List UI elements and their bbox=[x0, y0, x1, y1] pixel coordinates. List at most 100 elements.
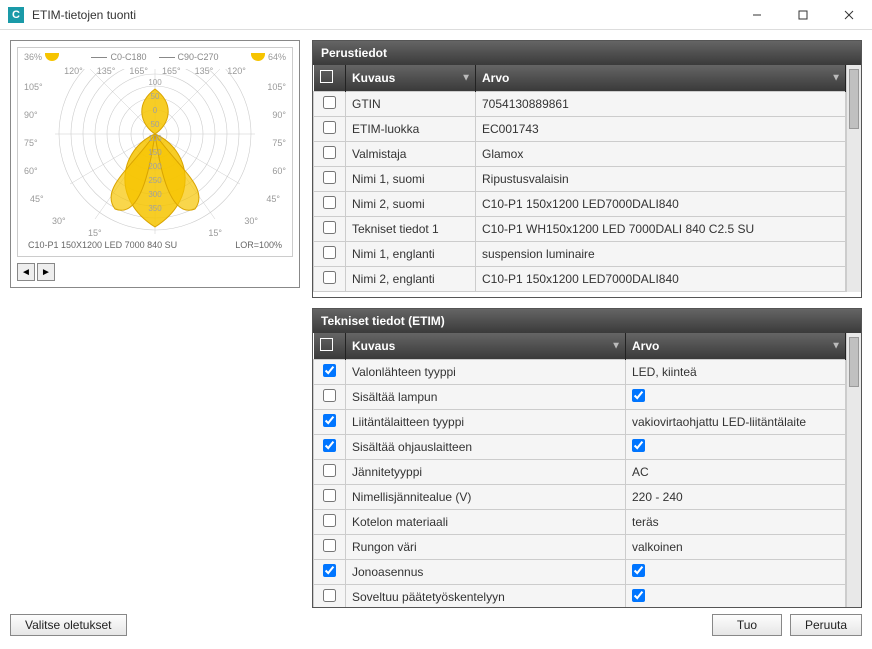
table-row[interactable]: Sisältää lampun bbox=[314, 385, 846, 410]
tekniset-title: Tekniset tiedot (ETIM) bbox=[313, 309, 861, 333]
col-kuvaus[interactable]: Kuvaus▼ bbox=[346, 333, 626, 360]
next-image-button[interactable]: ► bbox=[37, 263, 55, 281]
table-row[interactable]: Nimi 2, englantiC10-P1 150x1200 LED7000D… bbox=[314, 267, 846, 292]
preview-panel: 36% C0-C180 C90-C270 64% 120° 135° 165° … bbox=[10, 40, 300, 288]
chart-caption: C10-P1 150X1200 LED 7000 840 SU bbox=[28, 240, 177, 250]
perustiedot-table: Kuvaus▼ Arvo▼ GTIN7054130889861ETIM-luok… bbox=[313, 65, 846, 292]
value-checkbox[interactable] bbox=[632, 589, 645, 602]
table-row[interactable]: Nimi 1, suomiRipustusvalaisin bbox=[314, 167, 846, 192]
cell-val: C10-P1 150x1200 LED7000DALI840 bbox=[476, 267, 846, 292]
filter-icon[interactable]: ▼ bbox=[831, 341, 841, 352]
filter-icon[interactable]: ▼ bbox=[611, 341, 621, 352]
row-checkbox[interactable] bbox=[323, 414, 336, 427]
cell-desc: Valmistaja bbox=[346, 142, 476, 167]
perustiedot-title: Perustiedot bbox=[313, 41, 861, 65]
table-row[interactable]: Nimi 1, englantisuspension luminaire bbox=[314, 242, 846, 267]
perustiedot-panel: Perustiedot Kuvaus▼ Arvo▼ GTIN7054130889… bbox=[312, 40, 862, 298]
table-row[interactable]: Nimi 2, suomiC10-P1 150x1200 LED7000DALI… bbox=[314, 192, 846, 217]
scrollbar[interactable] bbox=[846, 65, 861, 292]
table-row[interactable]: Soveltuu päätetyöskentelyyn bbox=[314, 585, 846, 608]
prev-image-button[interactable]: ◄ bbox=[17, 263, 35, 281]
row-checkbox[interactable] bbox=[323, 271, 336, 284]
scrollbar[interactable] bbox=[846, 333, 861, 607]
row-checkbox[interactable] bbox=[323, 389, 336, 402]
table-row[interactable]: Sisältää ohjauslaitteen bbox=[314, 435, 846, 460]
cell-desc: ETIM-luokka bbox=[346, 117, 476, 142]
cell-desc: Valonlähteen tyyppi bbox=[346, 360, 626, 385]
row-checkbox[interactable] bbox=[323, 246, 336, 259]
table-row[interactable]: Tekniset tiedot 1C10-P1 WH150x1200 LED 7… bbox=[314, 217, 846, 242]
row-checkbox[interactable] bbox=[323, 589, 336, 602]
close-button[interactable] bbox=[826, 0, 872, 30]
table-row[interactable]: Nimellisjännitealue (V)220 - 240 bbox=[314, 485, 846, 510]
table-row[interactable]: Liitäntälaitteen tyyppivakiovirtaohjattu… bbox=[314, 410, 846, 435]
cell-desc: Rungon väri bbox=[346, 535, 626, 560]
cell-desc: Nimi 1, suomi bbox=[346, 167, 476, 192]
row-checkbox[interactable] bbox=[323, 364, 336, 377]
cell-val: EC001743 bbox=[476, 117, 846, 142]
row-checkbox[interactable] bbox=[323, 464, 336, 477]
cell-desc: Nimi 2, englanti bbox=[346, 267, 476, 292]
window-controls bbox=[734, 0, 872, 30]
cell-val: Glamox bbox=[476, 142, 846, 167]
table-row[interactable]: Kotelon materiaaliteräs bbox=[314, 510, 846, 535]
legend-c0: C0-C180 bbox=[91, 52, 146, 62]
cancel-button[interactable]: Peruuta bbox=[790, 614, 862, 636]
row-checkbox[interactable] bbox=[323, 564, 336, 577]
row-checkbox[interactable] bbox=[323, 489, 336, 502]
polar-chart: 36% C0-C180 C90-C270 64% 120° 135° 165° … bbox=[17, 47, 293, 257]
col-arvo[interactable]: Arvo▼ bbox=[626, 333, 846, 360]
footer: Valitse oletukset Tuo Peruuta bbox=[0, 608, 872, 642]
lamp-icon bbox=[251, 53, 265, 61]
table-row[interactable]: Jonoasennus bbox=[314, 560, 846, 585]
value-checkbox[interactable] bbox=[632, 439, 645, 452]
defaults-button[interactable]: Valitse oletukset bbox=[10, 614, 127, 636]
row-checkbox[interactable] bbox=[323, 146, 336, 159]
cell-val bbox=[626, 585, 846, 608]
cell-desc: Jännitetyyppi bbox=[346, 460, 626, 485]
maximize-button[interactable] bbox=[780, 0, 826, 30]
cell-val: teräs bbox=[626, 510, 846, 535]
downlight-pct: 64% bbox=[268, 52, 286, 62]
row-checkbox[interactable] bbox=[323, 171, 336, 184]
cell-desc: GTIN bbox=[346, 92, 476, 117]
cell-desc: Sisältää ohjauslaitteen bbox=[346, 435, 626, 460]
chart-lor: LOR=100% bbox=[235, 240, 282, 250]
row-checkbox[interactable] bbox=[323, 196, 336, 209]
tekniset-panel: Tekniset tiedot (ETIM) Kuvaus▼ Arvo▼ Val… bbox=[312, 308, 862, 608]
row-checkbox[interactable] bbox=[323, 439, 336, 452]
minimize-button[interactable] bbox=[734, 0, 780, 30]
header-checkbox-col[interactable] bbox=[314, 333, 346, 360]
row-checkbox[interactable] bbox=[323, 96, 336, 109]
cell-desc: Jonoasennus bbox=[346, 560, 626, 585]
cell-val: 7054130889861 bbox=[476, 92, 846, 117]
value-checkbox[interactable] bbox=[632, 389, 645, 402]
row-checkbox[interactable] bbox=[323, 514, 336, 527]
table-row[interactable]: ValmistajaGlamox bbox=[314, 142, 846, 167]
value-checkbox[interactable] bbox=[632, 564, 645, 577]
cell-val: vakiovirtaohjattu LED-liitäntälaite bbox=[626, 410, 846, 435]
cell-val bbox=[626, 560, 846, 585]
table-row[interactable]: GTIN7054130889861 bbox=[314, 92, 846, 117]
cell-val: valkoinen bbox=[626, 535, 846, 560]
row-checkbox[interactable] bbox=[323, 221, 336, 234]
table-row[interactable]: ETIM-luokkaEC001743 bbox=[314, 117, 846, 142]
header-checkbox-col[interactable] bbox=[314, 65, 346, 92]
row-checkbox[interactable] bbox=[323, 539, 336, 552]
table-row[interactable]: Valonlähteen tyyppiLED, kiinteä bbox=[314, 360, 846, 385]
table-row[interactable]: Rungon värivalkoinen bbox=[314, 535, 846, 560]
row-checkbox[interactable] bbox=[323, 121, 336, 134]
col-kuvaus[interactable]: Kuvaus▼ bbox=[346, 65, 476, 92]
legend-c90: C90-C270 bbox=[159, 52, 219, 62]
filter-icon[interactable]: ▼ bbox=[831, 73, 841, 84]
import-button[interactable]: Tuo bbox=[712, 614, 782, 636]
cell-desc: Sisältää lampun bbox=[346, 385, 626, 410]
col-arvo[interactable]: Arvo▼ bbox=[476, 65, 846, 92]
cell-desc: Nimi 1, englanti bbox=[346, 242, 476, 267]
cell-desc: Nimellisjännitealue (V) bbox=[346, 485, 626, 510]
titlebar: C ETIM-tietojen tuonti bbox=[0, 0, 872, 30]
cell-val bbox=[626, 435, 846, 460]
table-row[interactable]: JännitetyyppiAC bbox=[314, 460, 846, 485]
cell-val: LED, kiinteä bbox=[626, 360, 846, 385]
filter-icon[interactable]: ▼ bbox=[461, 73, 471, 84]
